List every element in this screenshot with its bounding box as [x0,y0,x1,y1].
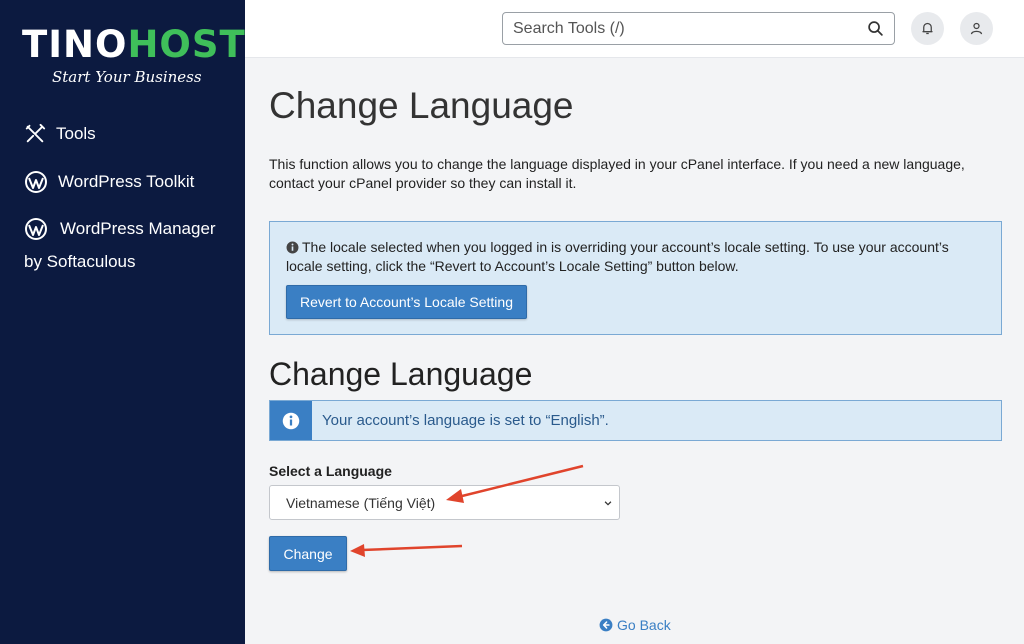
brand-logo[interactable]: TINOHOST Start Your Business [22,23,245,87]
wordpress-icon [25,218,47,240]
user-menu-button[interactable] [960,12,993,45]
sidebar-item-label-line2[interactable]: by Softaculous [24,252,136,272]
search-box [502,12,895,45]
language-info-text: Your account’s language is set to “Engli… [322,412,609,429]
sidebar-item-wordpress-toolkit[interactable]: WordPress Toolkit [24,170,194,194]
locale-alert: The locale selected when you logged in i… [269,221,1002,335]
chevron-down-icon [604,500,612,506]
info-circle-icon [282,412,300,429]
page-description: This function allows you to change the l… [269,156,965,191]
language-info-bar: Your account’s language is set to “Engli… [269,400,1002,441]
sidebar-item-wordpress-manager[interactable]: WordPress Manager [24,217,216,241]
go-back-label: Go Back [617,617,671,633]
revert-locale-button[interactable]: Revert to Account’s Locale Setting [286,285,527,319]
sidebar-item-label: WordPress Manager [60,219,216,238]
locale-alert-text: The locale selected when you logged in i… [286,239,949,274]
change-button[interactable]: Change [269,536,347,571]
select-language-label: Select a Language [269,463,392,479]
brand-name-part2: HOST [127,23,246,66]
sidebar-item-tools[interactable]: Tools [24,123,96,145]
tools-icon [25,123,46,143]
wordpress-icon [25,171,47,193]
language-select-value: Vietnamese (Tiếng Việt) [286,494,436,511]
search-icon[interactable] [867,20,884,37]
brand-tagline: Start Your Business [52,68,202,86]
top-bar [245,0,1024,58]
arrow-left-circle-icon [599,618,613,632]
language-select[interactable]: Vietnamese (Tiếng Việt) [269,485,620,520]
section-title: Change Language [269,356,533,392]
sidebar-item-label: WordPress Toolkit [58,172,195,191]
search-input[interactable] [513,19,867,38]
page-title: Change Language [269,85,574,126]
brand-name-part1: TINO [22,23,128,66]
sidebar-item-label: Tools [56,124,96,143]
go-back-link[interactable]: Go Back [599,617,671,633]
bell-icon [922,22,933,35]
user-icon [970,22,983,35]
annotation-arrow-change [350,544,463,557]
notifications-button[interactable] [911,12,944,45]
sidebar: TINOHOST Start Your Business Tools WordP… [0,0,245,644]
info-circle-icon [286,241,299,254]
